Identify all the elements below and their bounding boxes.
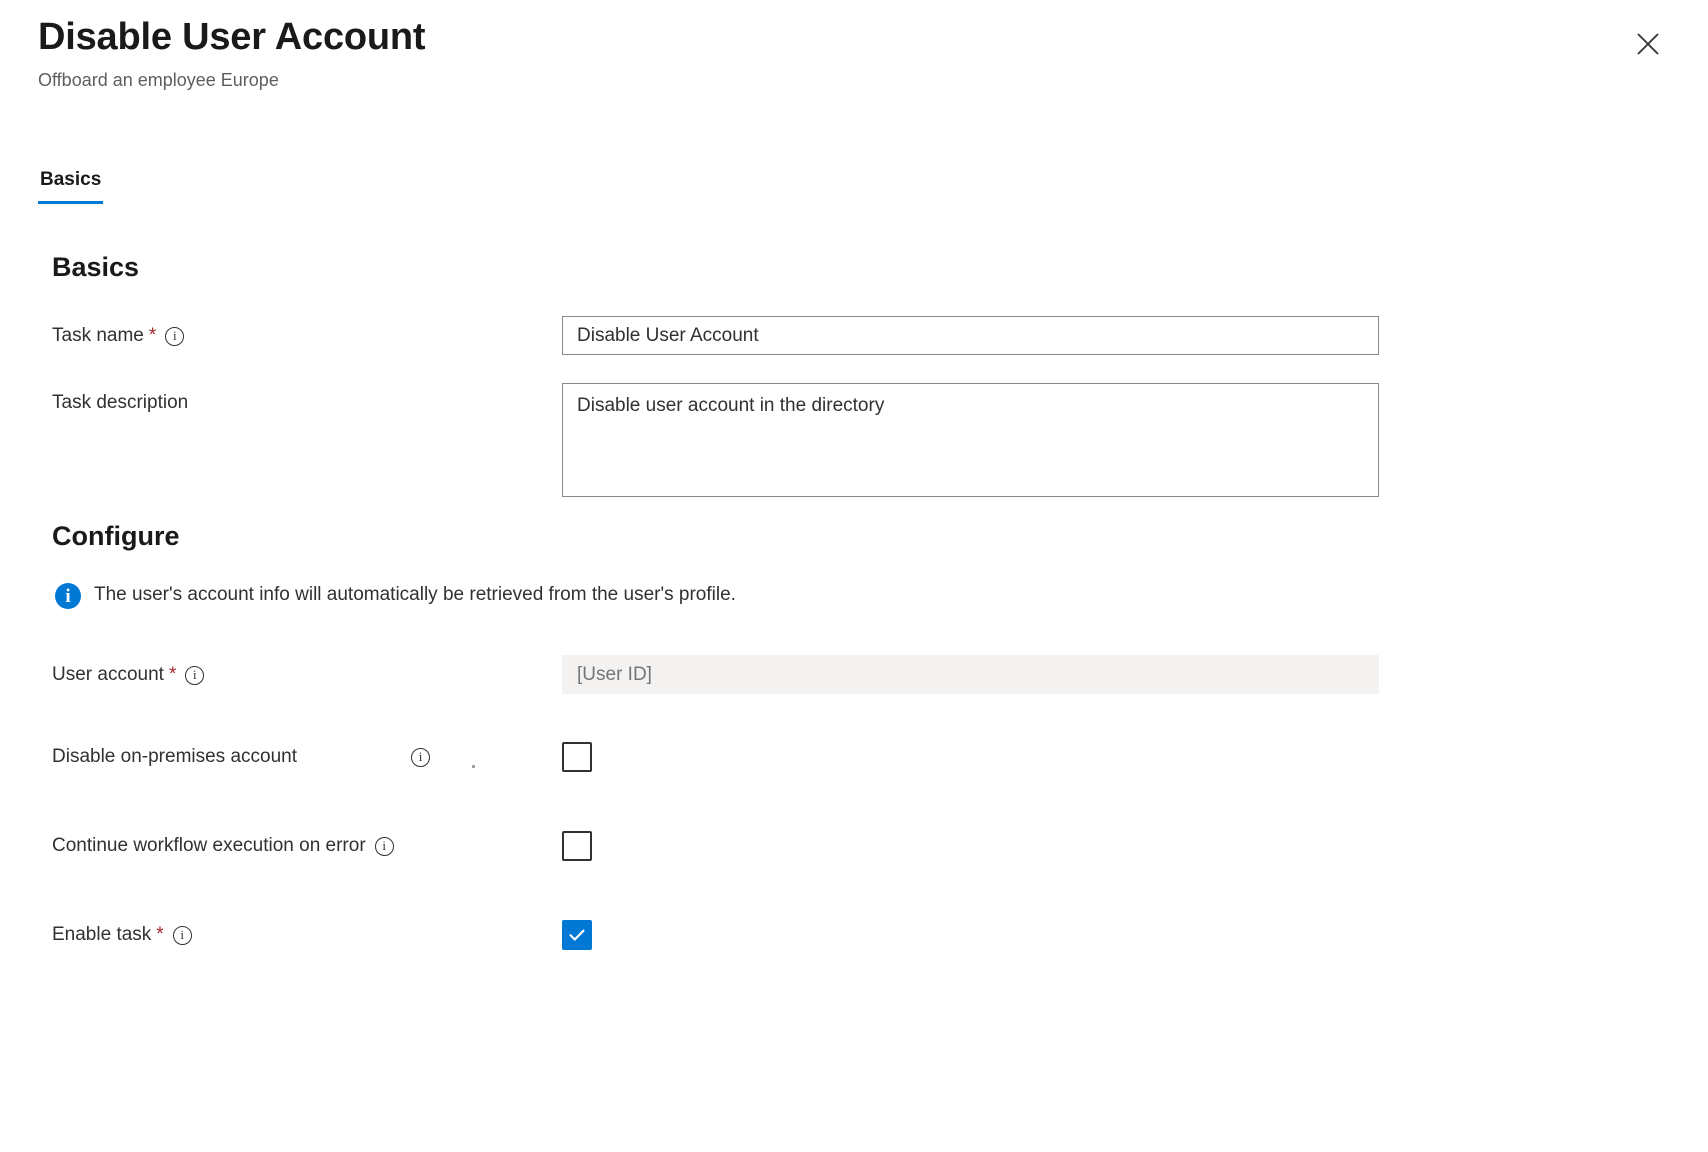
panel-header: Disable User Account Offboard an employe… — [38, 14, 425, 91]
info-icon-continue-on-error[interactable]: i — [375, 837, 394, 856]
form-row-task-description: Task description — [52, 383, 1452, 499]
task-name-label: Task name * i — [52, 324, 184, 348]
info-icon-enable-task[interactable]: i — [173, 926, 192, 945]
close-button[interactable] — [1626, 22, 1670, 66]
form-row-user-account: User account * i — [52, 655, 1452, 695]
checkmark-icon — [567, 925, 587, 945]
continue-on-error-checkbox[interactable] — [562, 831, 592, 861]
task-description-label-text: Task description — [52, 391, 188, 415]
user-account-label: User account * i — [52, 663, 204, 687]
info-message: i The user's account info will automatic… — [55, 582, 736, 609]
info-message-text: The user's account info will automatical… — [94, 582, 736, 608]
form-row-enable-task: Enable task * i — [52, 920, 1452, 952]
user-account-input[interactable] — [562, 655, 1379, 694]
section-heading-basics: Basics — [52, 250, 139, 284]
continue-on-error-label: Continue workflow execution on error i — [52, 834, 394, 858]
disable-on-premises-label-text: Disable on-premises account — [52, 745, 297, 769]
tab-basics-label: Basics — [40, 169, 101, 190]
task-name-label-text: Task name — [52, 324, 144, 348]
decorative-dot — [472, 765, 475, 768]
info-icon-user-account[interactable]: i — [185, 666, 204, 685]
tab-basics[interactable]: Basics — [38, 168, 103, 204]
enable-task-label: Enable task * i — [52, 923, 192, 947]
tab-strip: Basics — [38, 168, 103, 204]
required-asterisk: * — [149, 324, 156, 348]
task-description-textarea[interactable] — [562, 383, 1379, 497]
info-icon-disable-on-premises[interactable]: i — [411, 748, 430, 767]
disable-user-account-panel: Disable User Account Offboard an employe… — [0, 0, 1708, 1152]
page-subtitle: Offboard an employee Europe — [38, 69, 425, 91]
required-asterisk: * — [156, 923, 163, 947]
close-icon — [1635, 31, 1661, 57]
continue-on-error-label-text: Continue workflow execution on error — [52, 834, 366, 858]
enable-task-checkbox[interactable] — [562, 920, 592, 950]
form-row-task-name: Task name * i — [52, 316, 1452, 356]
info-icon-task-name[interactable]: i — [165, 327, 184, 346]
enable-task-label-text: Enable task — [52, 923, 151, 947]
form-row-continue-on-error: Continue workflow execution on error i — [52, 831, 1452, 863]
section-heading-configure: Configure — [52, 519, 180, 553]
form-row-disable-on-premises: Disable on-premises account i — [52, 742, 1452, 774]
required-asterisk: * — [169, 663, 176, 687]
info-icon: i — [55, 583, 81, 609]
page-title: Disable User Account — [38, 14, 425, 60]
user-account-label-text: User account — [52, 663, 164, 687]
task-name-input[interactable] — [562, 316, 1379, 355]
disable-on-premises-label: Disable on-premises account i — [52, 745, 430, 769]
disable-on-premises-checkbox[interactable] — [562, 742, 592, 772]
task-description-label: Task description — [52, 391, 188, 415]
